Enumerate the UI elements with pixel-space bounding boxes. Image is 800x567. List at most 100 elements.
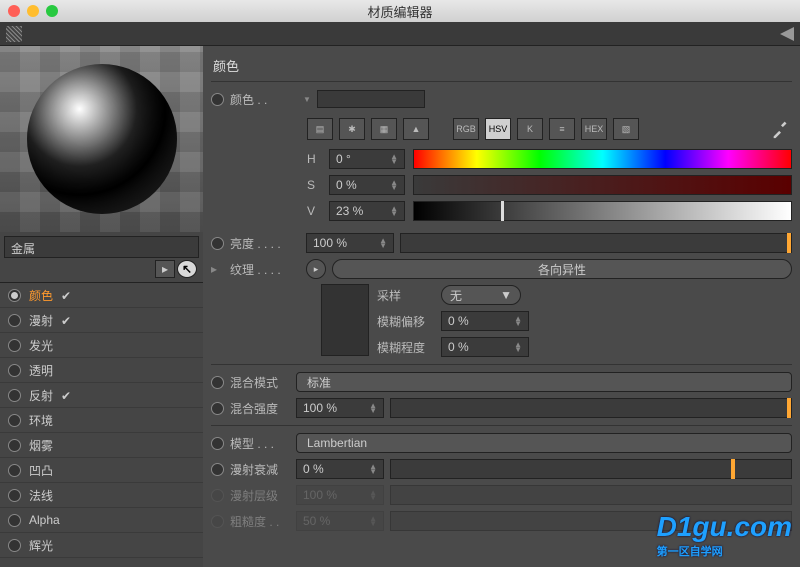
channel-label: 烟雾 — [29, 437, 53, 454]
channel-glow[interactable]: 辉光 — [0, 533, 203, 558]
expand-icon[interactable]: ▸ — [211, 262, 224, 276]
channel-color[interactable]: 颜色 ✔ — [0, 283, 203, 308]
channel-radio[interactable] — [8, 289, 21, 302]
s-label: S — [307, 178, 321, 192]
falloff-input[interactable]: 0 %▲▼ — [296, 459, 384, 479]
picture-icon[interactable]: ▲ — [403, 118, 429, 140]
anisotropy-button[interactable]: 各向异性 — [332, 259, 792, 279]
mode-k[interactable]: K — [517, 118, 543, 140]
v-label: V — [307, 204, 321, 218]
channel-fog[interactable]: 烟雾 — [0, 433, 203, 458]
channel-label: 环境 — [29, 412, 53, 429]
model-dropdown[interactable]: Lambertian — [296, 433, 792, 453]
mixstrength-slider[interactable] — [390, 398, 792, 418]
v-input[interactable]: 23 %▲▼ — [329, 201, 405, 221]
back-arrow-icon[interactable] — [780, 27, 794, 41]
bluroffset-input[interactable]: 0 %▲▼ — [441, 311, 529, 331]
levels-slider — [390, 485, 792, 505]
mode-hsv[interactable]: HSV — [485, 118, 511, 140]
dropdown-icon[interactable]: ▼ — [303, 95, 311, 104]
channel-radio[interactable] — [8, 389, 21, 402]
channel-bump[interactable]: 凹凸 — [0, 458, 203, 483]
section-title: 颜色 — [211, 52, 792, 82]
check-icon[interactable]: ✔ — [61, 314, 73, 326]
falloff-radio[interactable] — [211, 463, 224, 476]
channel-diffuse[interactable]: 漫射 ✔ — [0, 308, 203, 333]
color-mode-row: ▤ ✱ ▦ ▲ RGB HSV K ≡ HEX ▧ — [211, 112, 792, 146]
channel-label: 漫射 — [29, 312, 53, 329]
toolbar — [0, 22, 800, 46]
channel-env[interactable]: 环境 — [0, 408, 203, 433]
material-preview[interactable] — [0, 46, 203, 232]
bluroffset-label: 模糊偏移 — [377, 313, 433, 330]
blurscale-label: 模糊程度 — [377, 339, 433, 356]
mixmode-radio[interactable] — [211, 376, 224, 389]
color-swatch[interactable] — [317, 90, 425, 108]
model-radio[interactable] — [211, 437, 224, 450]
texture-preview-swatch[interactable] — [321, 284, 369, 356]
channel-radio[interactable] — [8, 339, 21, 352]
mixer-icon[interactable]: ≡ — [549, 118, 575, 140]
layer-menu-button[interactable]: ▸ — [155, 260, 175, 278]
channel-radio[interactable] — [8, 539, 21, 552]
rough-radio — [211, 515, 224, 528]
eyedropper-icon[interactable] — [770, 118, 792, 140]
mode-rgb[interactable]: RGB — [453, 118, 479, 140]
wheel-icon[interactable]: ✱ — [339, 118, 365, 140]
mode-hex[interactable]: HEX — [581, 118, 607, 140]
falloff-label: 漫射衰减 — [230, 461, 290, 478]
picker-button[interactable]: ↖ — [177, 260, 197, 278]
check-icon[interactable]: ✔ — [61, 289, 73, 301]
brightness-label: 亮度 . . . . — [230, 235, 300, 252]
brightness-slider[interactable] — [400, 233, 792, 253]
swatches-icon[interactable]: ▧ — [613, 118, 639, 140]
rough-label: 粗糙度 . . — [230, 513, 290, 530]
titlebar: 材质编辑器 — [0, 0, 800, 22]
window-title: 材质编辑器 — [0, 2, 800, 21]
color-radio[interactable] — [211, 93, 224, 106]
color-label: 颜色 . . — [230, 91, 300, 108]
sampling-label: 采样 — [377, 287, 433, 304]
channel-reflect[interactable]: 反射 ✔ — [0, 383, 203, 408]
val-slider[interactable] — [413, 201, 792, 221]
channel-transp[interactable]: 透明 — [0, 358, 203, 383]
channel-alpha[interactable]: Alpha — [0, 508, 203, 533]
falloff-slider[interactable] — [390, 459, 792, 479]
model-label: 模型 . . . — [230, 435, 290, 452]
blurscale-input[interactable]: 0 %▲▼ — [441, 337, 529, 357]
mixmode-dropdown[interactable]: 标准 — [296, 372, 792, 392]
material-name-input[interactable]: 金属 — [4, 236, 199, 258]
channel-radio[interactable] — [8, 314, 21, 327]
channel-radio[interactable] — [8, 514, 21, 527]
channel-lumin[interactable]: 发光 — [0, 333, 203, 358]
check-icon[interactable]: ✔ — [61, 389, 73, 401]
mixstrength-input[interactable]: 100 %▲▼ — [296, 398, 384, 418]
channel-label: 反射 — [29, 387, 53, 404]
channel-label: 发光 — [29, 337, 53, 354]
channel-radio[interactable] — [8, 464, 21, 477]
levels-input: 100 %▲▼ — [296, 485, 384, 505]
s-input[interactable]: 0 %▲▼ — [329, 175, 405, 195]
sat-slider[interactable] — [413, 175, 792, 195]
texture-play-button[interactable]: ▸ — [306, 259, 326, 279]
channel-label: 凹凸 — [29, 462, 53, 479]
channel-label: 辉光 — [29, 537, 53, 554]
spectrum-icon[interactable]: ▦ — [371, 118, 397, 140]
channel-radio[interactable] — [8, 364, 21, 377]
brightness-radio[interactable] — [211, 237, 224, 250]
channel-label: 颜色 — [29, 287, 53, 304]
sampling-dropdown[interactable]: 无▼ — [441, 285, 521, 305]
hue-slider[interactable] — [413, 149, 792, 169]
h-input[interactable]: 0 °▲▼ — [329, 149, 405, 169]
texture-label: 纹理 . . . . — [230, 261, 300, 278]
channel-radio[interactable] — [8, 439, 21, 452]
mixstrength-radio[interactable] — [211, 402, 224, 415]
brightness-input[interactable]: 100 %▲▼ — [306, 233, 394, 253]
right-panel: 颜色 颜色 . . ▼ ▤ ✱ ▦ ▲ RGB HSV K ≡ HEX ▧ H … — [203, 46, 800, 567]
channel-radio[interactable] — [8, 489, 21, 502]
levels-radio — [211, 489, 224, 502]
channel-normal[interactable]: 法线 — [0, 483, 203, 508]
gradient-icon[interactable]: ▤ — [307, 118, 333, 140]
menu-icon[interactable] — [6, 26, 22, 42]
channel-radio[interactable] — [8, 414, 21, 427]
